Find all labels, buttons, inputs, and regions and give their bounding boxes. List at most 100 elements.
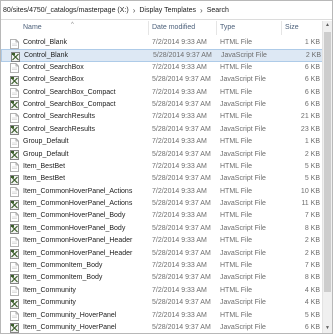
file-row[interactable]: Item_CommonHoverPanel_Header 7/2/2014 9:3… — [1, 235, 332, 247]
file-name: Control_SearchResults — [23, 125, 95, 133]
file-name: Item_CommonHoverPanel_Body — [23, 224, 126, 232]
scroll-up-arrow-icon[interactable]: ▲ — [323, 21, 332, 30]
file-name: Item_Community_HoverPanel — [23, 323, 117, 331]
file-date-modified: 7/2/2014 9:33 AM — [152, 63, 207, 71]
file-type: JavaScript File — [220, 200, 266, 208]
file-row[interactable]: Control_Blank 7/2/2014 9:33 AM HTML File 1 … — [1, 37, 332, 49]
breadcrumb-root[interactable]: 80/sites/4750/_catalogs/masterpage (X:) — [1, 7, 130, 14]
file-name: Item_CommonHoverPanel_Actions — [23, 187, 133, 195]
file-date-modified: 7/2/2014 9:33 AM — [152, 138, 207, 146]
file-row[interactable]: Item_Community_HoverPanel 7/2/2014 9:33 A… — [1, 310, 332, 322]
address-bar[interactable]: 80/sites/4750/_catalogs/masterpage (X:) … — [1, 1, 332, 20]
file-name: Item_CommonHoverPanel_Header — [23, 237, 133, 245]
javascript-file-icon — [10, 249, 19, 260]
file-date-modified: 5/28/2014 9:37 AM — [152, 175, 211, 183]
file-type: JavaScript File — [220, 323, 266, 331]
breadcrumb-separator-icon: › — [200, 5, 203, 15]
file-row[interactable]: Control_SearchResults 7/2/2014 9:33 AM HTM… — [1, 111, 332, 123]
file-row[interactable]: Control_SearchBox 7/2/2014 9:33 AM HTML Fi… — [1, 62, 332, 74]
html-file-icon — [10, 63, 19, 74]
file-row[interactable]: Item_Community 5/28/2014 9:37 AM JavaScrip… — [1, 297, 332, 309]
file-size: 1 KB — [304, 39, 320, 46]
file-type: JavaScript File — [220, 175, 266, 183]
file-type: HTML File — [220, 138, 253, 146]
file-row[interactable]: Control_Blank 5/28/2014 9:37 AM JavaScript… — [1, 49, 332, 62]
file-name: Item_BestBet — [23, 162, 66, 170]
file-row[interactable]: Item_CommonHoverPanel_Header 5/28/2014 9:… — [1, 248, 332, 260]
html-file-icon — [10, 311, 19, 321]
scroll-down-arrow-icon[interactable]: ▼ — [323, 324, 332, 333]
file-row[interactable]: Control_SearchBox 5/28/2014 9:37 AM JavaSc… — [1, 74, 332, 86]
file-type: JavaScript File — [220, 224, 266, 232]
file-size: 4 KB — [304, 299, 320, 307]
file-row[interactable]: Item_BestBet 7/2/2014 9:33 AM HTML File 5 K… — [1, 161, 332, 173]
file-name: Control_SearchBox_Compact — [23, 88, 116, 96]
column-header-date[interactable]: Date modified — [149, 21, 217, 35]
file-type: HTML File — [220, 162, 253, 170]
html-file-icon — [10, 212, 19, 222]
file-row[interactable]: Item_CommonHoverPanel_Body 5/28/2014 9:37… — [1, 223, 332, 235]
file-date-modified: 5/28/2014 9:37 AM — [152, 100, 211, 108]
file-type: HTML File — [220, 212, 253, 220]
file-row[interactable]: Control_SearchBox_Compact 5/28/2014 9:37 … — [1, 99, 332, 111]
file-name: Item_CommonItem_Body — [23, 274, 103, 282]
html-file-icon — [10, 112, 19, 123]
file-size: 4 KB — [304, 286, 320, 294]
file-row[interactable]: Item_CommonItem_Body 7/2/2014 9:33 AM HTML… — [1, 260, 332, 272]
file-date-modified: 5/28/2014 9:37 AM — [152, 274, 211, 282]
file-name: Item_CommonItem_Body — [23, 262, 103, 270]
javascript-file-icon — [10, 174, 19, 185]
file-name: Item_Community — [23, 299, 76, 307]
file-size: 21 KB — [300, 113, 320, 121]
javascript-file-icon — [10, 100, 19, 111]
file-type: HTML File — [220, 113, 253, 121]
file-row[interactable]: Item_CommonHoverPanel_Actions 7/2/2014 9:… — [1, 186, 332, 198]
column-header-name[interactable]: ^ Name — [1, 21, 149, 35]
file-type: HTML File — [220, 63, 253, 71]
file-row[interactable]: Control_SearchBox_Compact 7/2/2014 9:33 A… — [1, 87, 332, 99]
file-date-modified: 7/2/2014 9:33 AM — [152, 88, 207, 96]
scroll-thumb[interactable] — [324, 32, 331, 292]
file-name: Control_SearchBox — [23, 76, 84, 84]
file-row[interactable]: Item_Community 7/2/2014 9:33 AM HTML File 4… — [1, 285, 332, 297]
file-type: HTML File — [220, 88, 253, 96]
file-row[interactable]: Item_CommonHoverPanel_Body 7/2/2014 9:33 … — [1, 210, 332, 222]
file-name: Group_Default — [23, 138, 69, 146]
file-type: JavaScript File — [220, 100, 266, 108]
file-date-modified: 5/28/2014 9:37 AM — [152, 249, 211, 257]
file-name: Item_Community_HoverPanel — [23, 311, 117, 319]
file-type: JavaScript File — [220, 125, 266, 133]
sort-ascending-icon: ^ — [71, 22, 74, 28]
file-row[interactable]: Item_Community_HoverPanel 5/28/2014 9:37 … — [1, 322, 332, 333]
file-date-modified: 7/2/2014 9:33 AM — [152, 286, 207, 294]
file-date-modified: 5/28/2014 9:37 AM — [152, 323, 211, 331]
vertical-scrollbar[interactable]: ▲ ▼ — [322, 21, 332, 333]
file-size: 10 KB — [300, 187, 320, 195]
file-type: JavaScript File — [220, 274, 266, 282]
file-row[interactable]: Control_SearchResults 5/28/2014 9:37 AM Ja… — [1, 124, 332, 136]
file-row[interactable]: Item_CommonItem_Body 5/28/2014 9:37 AM Jav… — [1, 272, 332, 284]
file-row[interactable]: Item_BestBet 5/28/2014 9:37 AM JavaScript … — [1, 173, 332, 185]
file-size: 2 KB — [304, 150, 320, 158]
javascript-file-icon — [10, 298, 19, 309]
html-file-icon — [10, 162, 19, 173]
file-row[interactable]: Item_CommonHoverPanel_Actions 5/28/2014 9… — [1, 198, 332, 210]
file-type: HTML File — [220, 187, 253, 195]
breadcrumb-search[interactable]: Search — [206, 7, 230, 14]
column-header-row: ^ Name Date modified Type Size — [1, 21, 332, 35]
file-name: Group_Default — [23, 150, 69, 158]
file-name: Item_CommonHoverPanel_Actions — [23, 200, 133, 208]
file-type: JavaScript File — [220, 150, 266, 158]
file-date-modified: 5/28/2014 9:37 AM — [152, 299, 211, 307]
file-name: Item_Community — [23, 286, 76, 294]
file-type: HTML File — [220, 286, 253, 294]
file-row[interactable]: Group_Default 5/28/2014 9:37 AM JavaScript… — [1, 149, 332, 161]
breadcrumb-display-templates[interactable]: Display Templates — [138, 7, 197, 14]
column-header-type[interactable]: Type — [217, 21, 282, 35]
file-row[interactable]: Group_Default 7/2/2014 9:33 AM HTML File 1 … — [1, 136, 332, 148]
javascript-file-icon — [10, 323, 19, 333]
file-type: JavaScript File — [220, 249, 266, 257]
file-size: 5 KB — [304, 175, 320, 183]
html-file-icon — [10, 261, 19, 272]
column-header-size[interactable]: Size — [282, 21, 322, 35]
